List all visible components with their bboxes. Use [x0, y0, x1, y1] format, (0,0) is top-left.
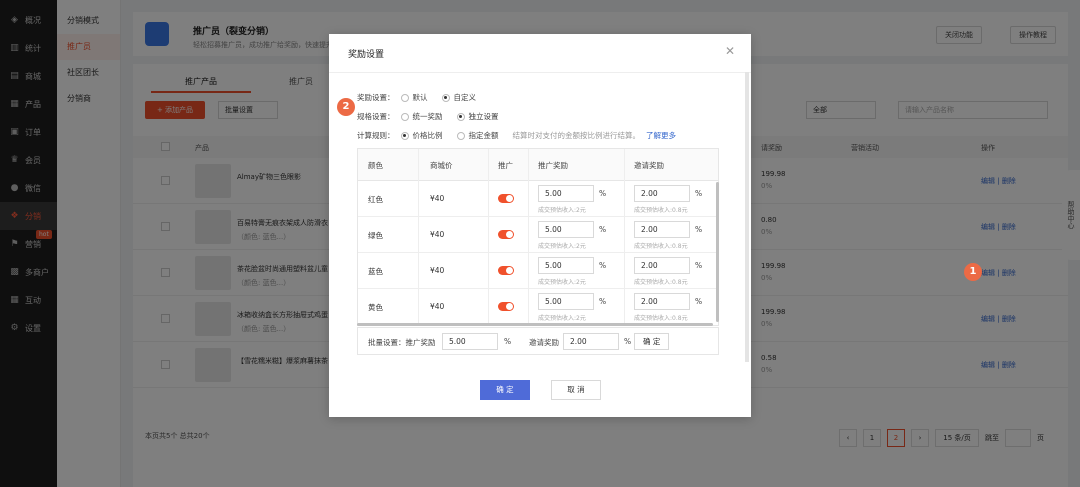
promo-reward-input[interactable]: 5.00	[538, 293, 594, 310]
spec-unified-radio[interactable]: 统一奖励	[400, 111, 443, 122]
dialog-title: 奖励设置	[348, 50, 385, 60]
promo-reward-input[interactable]: 5.00	[538, 221, 594, 238]
promote-toggle[interactable]	[498, 302, 514, 311]
spec-setting-row: 规格设置： 统一奖励 独立设置	[357, 111, 499, 122]
reward-setting-row: 奖励设置： 默认 自定义	[357, 92, 476, 103]
reward-settings-dialog: 奖励设置 ✕ 奖励设置： 默认 自定义 2 规格设置： 统一奖励 独立设置 计算…	[329, 34, 751, 417]
batch-promo-reward-input[interactable]: 5.00	[442, 333, 498, 350]
cancel-button[interactable]: 取 消	[551, 380, 601, 400]
annotation-marker-2: 2	[337, 98, 355, 116]
calc-rule-row: 计算规则： 价格比例 指定金额 结算时对支付的金额按比例进行结算。 了解更多	[357, 130, 676, 141]
spec-reward-table: 颜色 商城价 推广 推广奖励 邀请奖励 红色 ¥40 5.00 % 成交预估收入…	[357, 148, 719, 326]
confirm-button[interactable]: 确 定	[480, 380, 530, 400]
calc-price-ratio-radio[interactable]: 价格比例	[400, 130, 443, 141]
invite-reward-input[interactable]: 2.00	[634, 185, 690, 202]
spec-independent-radio[interactable]: 独立设置	[456, 111, 499, 122]
batch-confirm-button[interactable]: 确 定	[634, 333, 670, 350]
reward-custom-radio[interactable]: 自定义	[441, 92, 476, 103]
promo-reward-input[interactable]: 5.00	[538, 185, 594, 202]
spec-row: 绿色 ¥40 5.00 % 成交预估收入:2元 2.00 % 成交预估收入:0.…	[358, 217, 718, 253]
annotation-marker-1: 1	[964, 263, 982, 281]
reward-default-radio[interactable]: 默认	[400, 92, 428, 103]
spec-row: 红色 ¥40 5.00 % 成交预估收入:2元 2.00 % 成交预估收入:0.…	[358, 181, 718, 217]
batch-invite-reward-input[interactable]: 2.00	[563, 333, 619, 350]
dialog-scrollbar[interactable]	[745, 72, 749, 362]
spec-row: 黄色 ¥40 5.00 % 成交预估收入:2元 2.00 % 成交预估收入:0.…	[358, 289, 718, 325]
spec-row: 蓝色 ¥40 5.00 % 成交预估收入:2元 2.00 % 成交预估收入:0.…	[358, 253, 718, 289]
learn-more-link[interactable]: 了解更多	[646, 130, 676, 141]
table-horizontal-scrollbar[interactable]	[357, 323, 713, 326]
spec-table-header: 颜色 商城价 推广 推广奖励 邀请奖励	[358, 149, 718, 181]
calc-fixed-amount-radio[interactable]: 指定金额	[456, 130, 499, 141]
invite-reward-input[interactable]: 2.00	[634, 221, 690, 238]
invite-reward-input[interactable]: 2.00	[634, 293, 690, 310]
promote-toggle[interactable]	[498, 230, 514, 239]
promo-reward-input[interactable]: 5.00	[538, 257, 594, 274]
invite-reward-input[interactable]: 2.00	[634, 257, 690, 274]
promote-toggle[interactable]	[498, 194, 514, 203]
close-icon[interactable]: ✕	[725, 44, 735, 58]
batch-settings-row: 批量设置：推广奖励 5.00 % 邀请奖励 2.00 % 确 定	[357, 327, 719, 355]
promote-toggle[interactable]	[498, 266, 514, 275]
table-vertical-scrollbar[interactable]	[716, 182, 719, 322]
